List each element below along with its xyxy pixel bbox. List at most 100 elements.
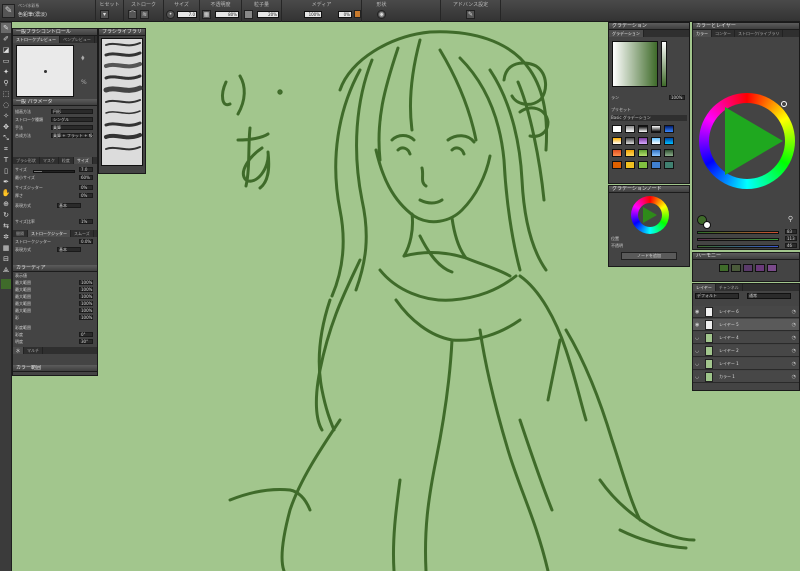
harmony-panel-title[interactable]: ハーモニー xyxy=(693,253,799,260)
hue-handle[interactable] xyxy=(781,101,787,107)
saturation-triangle[interactable] xyxy=(725,107,783,175)
grain-input[interactable]: 20% xyxy=(257,11,279,18)
eraser-tool-icon[interactable]: ▭ xyxy=(1,56,11,66)
gradient-swatch-7[interactable] xyxy=(625,137,635,145)
harmony-swatch-4[interactable] xyxy=(755,264,765,272)
layer-row[interactable]: ◡ レイヤー 4 ◔ xyxy=(693,332,799,344)
color-dynamics-section[interactable]: カラーディア xyxy=(13,265,97,272)
grain-group[interactable]: 粒子量 20% xyxy=(241,0,281,22)
lasso-tool-icon[interactable]: ◌ xyxy=(1,100,11,110)
gradient-swatch-5[interactable] xyxy=(664,125,674,133)
grid-tool-icon[interactable]: ▦ xyxy=(1,243,11,253)
harmony-swatch-1[interactable] xyxy=(719,264,729,272)
green-value[interactable]: 113 xyxy=(785,236,797,241)
color-value-6[interactable]: 100% xyxy=(79,315,93,320)
gradient-panel-title[interactable]: グラデーション xyxy=(609,23,689,30)
wand-tool-icon[interactable]: ✧ xyxy=(1,111,11,121)
eye-icon[interactable]: ◉ xyxy=(695,322,699,328)
layer-options-icon[interactable]: ◔ xyxy=(792,361,796,367)
tab-smooth[interactable]: スムーズ xyxy=(71,230,94,237)
min-size-value[interactable]: 60% xyxy=(79,175,93,180)
tab-contour[interactable]: コンター xyxy=(712,30,735,37)
green-slider[interactable] xyxy=(697,238,779,241)
ruler-tool-icon[interactable]: ⊟ xyxy=(1,254,11,264)
tab-stroke-preview[interactable]: ストロークプレビュー xyxy=(13,36,60,43)
color-panel-title[interactable]: カラーとレイヤー xyxy=(693,23,799,30)
preset-group[interactable]: ヒセット ▾ xyxy=(95,0,123,22)
gradient-swatch-3[interactable] xyxy=(638,125,648,133)
stroke-expression-select[interactable]: 基本 xyxy=(57,247,81,252)
gradient-swatch-16[interactable] xyxy=(612,161,622,169)
tab-mask[interactable]: マスク xyxy=(40,157,59,164)
color-value-5[interactable]: 100% xyxy=(79,308,93,313)
harmony-swatch-3[interactable] xyxy=(743,264,753,272)
tab-gradient[interactable]: グラデーション xyxy=(609,30,644,37)
gradient-swatch-8[interactable] xyxy=(638,137,648,145)
gradient-swatch-2[interactable] xyxy=(625,125,635,133)
blend-tool-icon[interactable]: ✦ xyxy=(1,67,11,77)
brush-library-title[interactable]: ブラシライブラリ xyxy=(99,29,145,36)
layer-row[interactable]: ◉ レイヤー 6 ◔ xyxy=(693,306,799,318)
eye-icon[interactable]: ◡ xyxy=(695,374,699,380)
gradient-swatch-11[interactable] xyxy=(612,149,622,157)
media-color-icon[interactable] xyxy=(354,10,361,18)
opacity-input[interactable]: 80% xyxy=(215,11,239,18)
blue-slider[interactable] xyxy=(697,245,779,248)
param-select-1[interactable]: 円形 xyxy=(51,109,93,114)
pen-icon[interactable]: ✎ xyxy=(2,4,15,18)
tab-layers[interactable]: レイヤー xyxy=(693,284,716,291)
layer-row[interactable]: ◡ レイヤー 2 ◔ xyxy=(693,345,799,357)
zoom-tool-icon[interactable]: ⊕ xyxy=(1,199,11,209)
media-input-1[interactable]: 100% xyxy=(304,11,322,18)
gradient-bar[interactable] xyxy=(661,41,667,87)
shape-icon[interactable]: ◉ xyxy=(377,10,386,19)
select-tool-icon[interactable]: ⬚ xyxy=(1,89,11,99)
stroke-jitter-value[interactable]: 0.0% xyxy=(79,239,93,244)
crop-tool-icon[interactable]: ⌗ xyxy=(1,144,11,154)
gradient-swatch-14[interactable] xyxy=(651,149,661,157)
hand-tool-icon[interactable]: ✋ xyxy=(1,188,11,198)
gradient-swatch-10[interactable] xyxy=(664,137,674,145)
layer-row[interactable]: ◡ レイヤー 1 ◔ xyxy=(693,358,799,370)
add-node-button[interactable]: ノードを追加 xyxy=(621,252,677,260)
gradient-library-row[interactable]: Basic グラデーション xyxy=(611,115,687,121)
pen-tool-icon[interactable]: ✎ xyxy=(1,23,11,33)
mini-color-wheel[interactable] xyxy=(631,196,669,234)
tab-pen-preview[interactable]: ペンプレビュー xyxy=(60,36,95,43)
gradient-swatch-18[interactable] xyxy=(638,161,648,169)
move-tool-icon[interactable]: ✥ xyxy=(1,122,11,132)
gradient-swatch-19[interactable] xyxy=(651,161,661,169)
layer-row[interactable]: ◉ レイヤー 5 ◔ xyxy=(693,319,799,331)
gradient-swatch-1[interactable] xyxy=(612,125,622,133)
gradient-swatch-15[interactable] xyxy=(664,149,674,157)
size-value[interactable]: 7.0 xyxy=(79,167,93,172)
media-input-2[interactable]: 0% xyxy=(338,11,352,18)
tab-stroke-jitter[interactable]: ストロークジッター xyxy=(28,230,71,237)
gradient-opacity-input[interactable]: 100% xyxy=(669,95,685,100)
secondary-color-swatch[interactable] xyxy=(703,221,711,229)
size-slider[interactable] xyxy=(33,170,75,173)
rotate-tool-icon[interactable]: ↻ xyxy=(1,210,11,220)
eye-icon[interactable]: ◡ xyxy=(695,335,699,341)
gradient-swatch-12[interactable] xyxy=(625,149,635,157)
eye-icon[interactable]: ◡ xyxy=(695,348,699,354)
shape-group[interactable]: 形状 ◉ xyxy=(361,0,401,22)
opacity-group[interactable]: 不透明度 ▦ 80% xyxy=(199,0,241,22)
tab-stroke-library[interactable]: ストローク/ライブラリ xyxy=(735,30,784,37)
kaleido-tool-icon[interactable]: ✲ xyxy=(1,232,11,242)
tab-multi[interactable]: マルチ xyxy=(24,347,43,354)
tab-brush-shape[interactable]: ブラシ形状 xyxy=(13,157,40,164)
tab-grain[interactable]: 粒度 xyxy=(59,157,74,164)
size-jitter-value[interactable]: 0% xyxy=(79,185,93,190)
harmony-swatch-2[interactable] xyxy=(731,264,741,272)
param-select-4[interactable]: 乗算 + フラット + 吸 xyxy=(51,133,93,138)
layer-blend-select[interactable]: デフォルト xyxy=(695,293,739,299)
brush-panel-title[interactable]: 一般ブラシコントロール xyxy=(13,29,97,36)
color-value-4[interactable]: 100% xyxy=(79,301,93,306)
color-value-3[interactable]: 100% xyxy=(79,294,93,299)
preset-icon[interactable]: ▾ xyxy=(100,10,109,19)
hue-wheel[interactable] xyxy=(699,93,795,189)
tab-water[interactable]: 水 xyxy=(13,347,24,354)
tab-color[interactable]: カラー xyxy=(693,30,712,37)
stroke-group[interactable]: ストローク ⌒ ≋ xyxy=(123,0,163,22)
